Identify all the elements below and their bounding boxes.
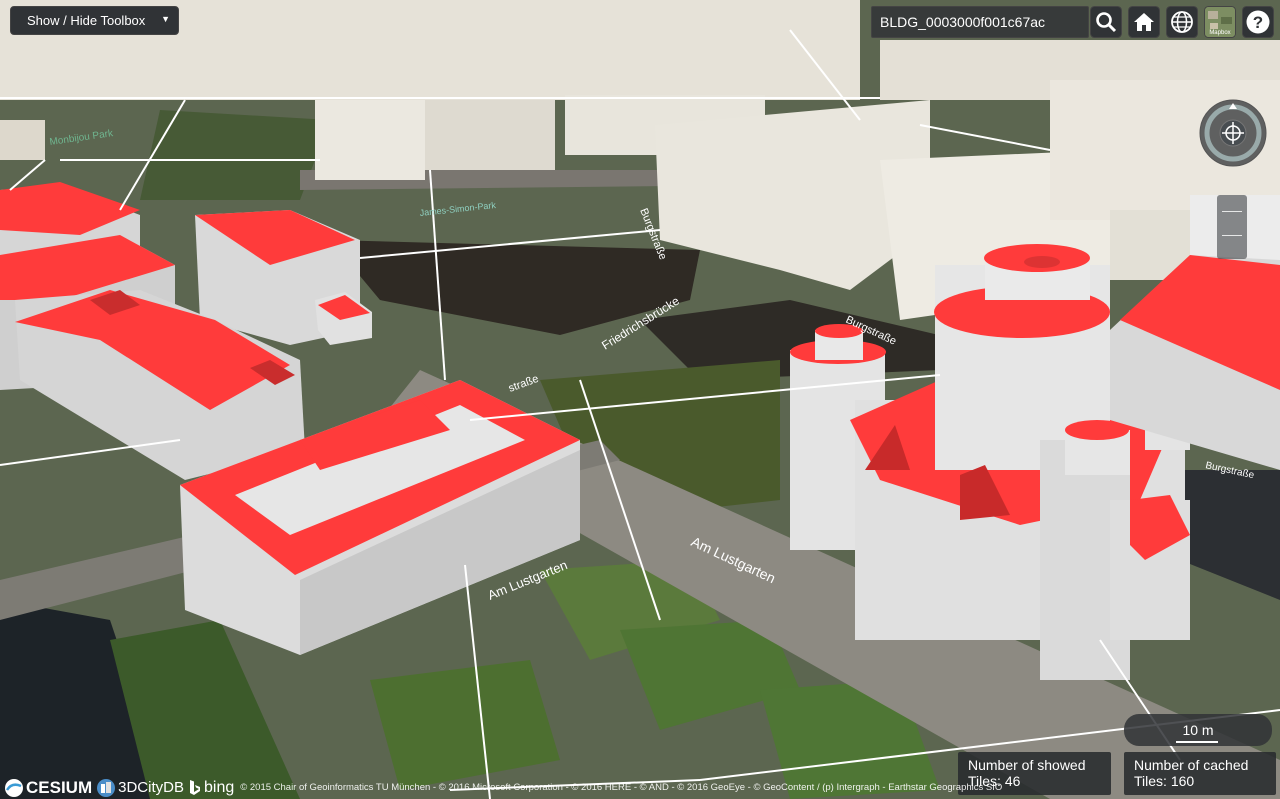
- search-icon: [1096, 12, 1117, 33]
- cached-tiles-title: Number of cached: [1134, 757, 1249, 773]
- basemap-label: Mapbox: [1209, 30, 1231, 36]
- zoom-control[interactable]: [1217, 195, 1247, 259]
- cesium-logo-text: CESIUM: [26, 777, 93, 797]
- cached-tiles-panel: Number of cached Tiles: 160: [1124, 752, 1276, 795]
- zoom-out-tick[interactable]: [1222, 235, 1242, 236]
- distance-legend-label: 10 m: [1182, 722, 1214, 738]
- caret-down-icon: ▼: [161, 14, 170, 24]
- 3dcitydb-icon: [97, 778, 116, 797]
- help-button[interactable]: ?: [1242, 6, 1274, 38]
- 3dcitydb-logo[interactable]: 3DCityDB: [96, 778, 184, 798]
- showed-tiles-title: Number of showed: [968, 757, 1086, 773]
- scene-mode-button[interactable]: [1166, 6, 1198, 38]
- help-label: ?: [1252, 13, 1264, 32]
- compass-icon: [1199, 99, 1267, 167]
- zoom-in-tick[interactable]: [1222, 211, 1242, 212]
- home-icon: [1134, 13, 1154, 31]
- bing-logo[interactable]: bing: [188, 779, 234, 797]
- credits-bar: CESIUM 3DCityDB bing © 2015 Chair of Geo…: [0, 776, 1002, 799]
- 3d-city-scene[interactable]: Am Lustgarten Am Lustgarten Burgstraße B…: [0, 0, 1280, 799]
- cesium-logo[interactable]: CESIUM: [4, 778, 92, 798]
- search-input[interactable]: [872, 7, 1088, 37]
- bing-icon: [189, 779, 200, 795]
- navigation-compass[interactable]: [1198, 98, 1268, 168]
- basemap-picker-button[interactable]: Mapbox: [1204, 6, 1236, 38]
- cesium-icon: [5, 778, 23, 797]
- home-button[interactable]: [1128, 6, 1160, 38]
- data-attribution: © 2015 Chair of Geoinformatics TU Münche…: [240, 782, 1003, 793]
- 3dcitydb-logo-text: 3DCityDB: [118, 779, 184, 796]
- search-button[interactable]: [1090, 6, 1122, 38]
- distance-legend: 10 m: [1124, 714, 1272, 746]
- search-box[interactable]: [871, 6, 1089, 38]
- toolbox-toggle-label: Show / Hide Toolbox: [27, 13, 146, 28]
- cached-tiles-value: Tiles: 160: [1134, 773, 1195, 789]
- globe-icon: [1171, 11, 1193, 33]
- bing-logo-text: bing: [203, 778, 235, 796]
- distance-legend-bar: [1176, 741, 1218, 743]
- toolbox-toggle-button[interactable]: Show / Hide Toolbox ▼: [10, 6, 179, 35]
- map-viewport[interactable]: Am Lustgarten Am Lustgarten Burgstraße B…: [0, 0, 1280, 799]
